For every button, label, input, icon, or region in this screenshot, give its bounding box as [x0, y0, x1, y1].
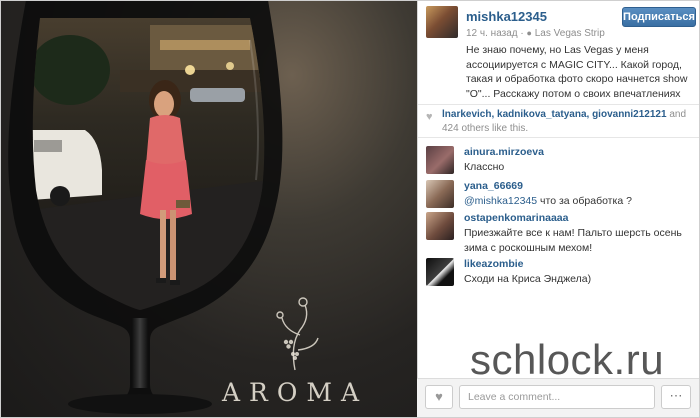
- post-meta: 12 ч. назад · ● Las Vegas Strip: [466, 28, 605, 39]
- site-watermark: schlock.ru: [470, 336, 665, 383]
- likes-count: 424: [442, 123, 459, 134]
- post-caption: Не знаю почему, но Las Vegas у меня ассо…: [466, 44, 688, 100]
- likers-list[interactable]: lnarkevich, kadnikova_tatyana, giovanni2…: [442, 109, 667, 120]
- heart-icon: ♥: [435, 389, 443, 404]
- comment-text: @mishka12345 что за обработка ?: [464, 194, 696, 209]
- comment-text: Приезжайте все к нам! Пальто шерсть осен…: [464, 227, 682, 254]
- author-avatar[interactable]: [426, 6, 458, 38]
- likes-connector: and: [669, 109, 687, 120]
- commenter-username[interactable]: ostapenkomarinaaaa: [464, 212, 568, 224]
- commenter-avatar[interactable]: [426, 258, 454, 286]
- commenter-username[interactable]: ainura.mirzoeva: [464, 146, 544, 158]
- author-username[interactable]: mishka12345: [466, 9, 547, 24]
- like-button[interactable]: ♥: [425, 385, 453, 409]
- commenter-avatar[interactable]: [426, 180, 454, 208]
- post-photo[interactable]: AROMA: [0, 0, 417, 418]
- ellipsis-icon: ⋯: [669, 388, 683, 403]
- comment-input[interactable]: [459, 385, 655, 409]
- more-button[interactable]: ⋯: [661, 385, 691, 409]
- commenter-username[interactable]: likeazombie: [464, 258, 524, 270]
- likes-summary: ♥ lnarkevich, kadnikova_tatyana, giovann…: [418, 104, 700, 138]
- comment-body: что за обработка ?: [537, 195, 632, 207]
- aroma-logo: AROMA: [221, 378, 369, 407]
- commenter-username[interactable]: yana_66669: [464, 180, 523, 192]
- comment-mention[interactable]: @mishka12345: [464, 195, 537, 207]
- post-time: 12 ч. назад: [466, 28, 518, 39]
- comment-bar: ♥ ⋯: [417, 378, 700, 418]
- heart-icon: ♥: [426, 111, 433, 123]
- commenter-avatar[interactable]: [426, 146, 454, 174]
- location-pin-icon: ●: [526, 28, 532, 38]
- likes-suffix: others like this.: [461, 123, 529, 134]
- follow-button[interactable]: Подписаться: [622, 7, 696, 27]
- vine-ornament-icon: [276, 297, 319, 371]
- comment-text: Классно: [464, 161, 505, 173]
- post-location[interactable]: Las Vegas Strip: [535, 28, 605, 39]
- wine-glass-illustration: [8, 0, 319, 414]
- comment-text: Сходи на Криса Энджела): [464, 273, 592, 285]
- commenter-avatar[interactable]: [426, 212, 454, 240]
